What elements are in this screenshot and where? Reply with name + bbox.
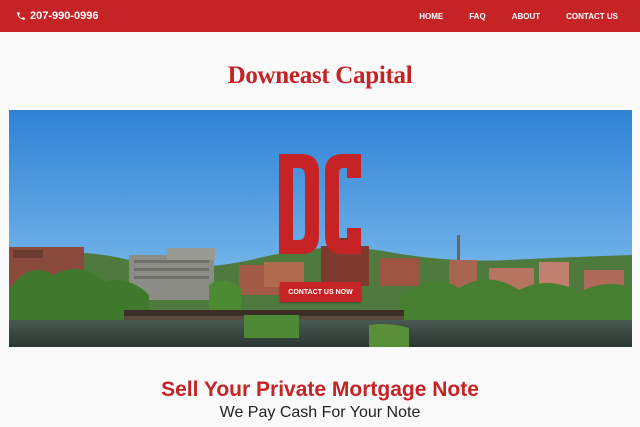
hero-banner: CONTACT US NOW xyxy=(9,110,632,347)
headline: Sell Your Private Mortgage Note xyxy=(161,378,479,401)
site-title: Downeast Capital xyxy=(227,62,413,89)
phone-icon xyxy=(17,12,25,20)
phone-number: 207-990-0996 xyxy=(30,10,99,22)
subheadline: We Pay Cash For Your Note xyxy=(219,404,421,421)
dc-logo-icon xyxy=(279,154,361,254)
phone-link[interactable]: 207-990-0996 xyxy=(16,9,99,23)
contact-us-now-button[interactable]: CONTACT US NOW xyxy=(280,282,361,302)
nav-home[interactable]: HOME xyxy=(419,12,443,21)
top-bar: 207-990-0996 HOME FAQ ABOUT CONTACT US xyxy=(0,0,640,32)
nav-contact-us[interactable]: CONTACT US xyxy=(566,12,618,21)
nav-about[interactable]: ABOUT xyxy=(512,12,540,21)
nav-faq[interactable]: FAQ xyxy=(469,12,485,21)
main-nav: HOME FAQ ABOUT CONTACT US xyxy=(419,0,618,32)
